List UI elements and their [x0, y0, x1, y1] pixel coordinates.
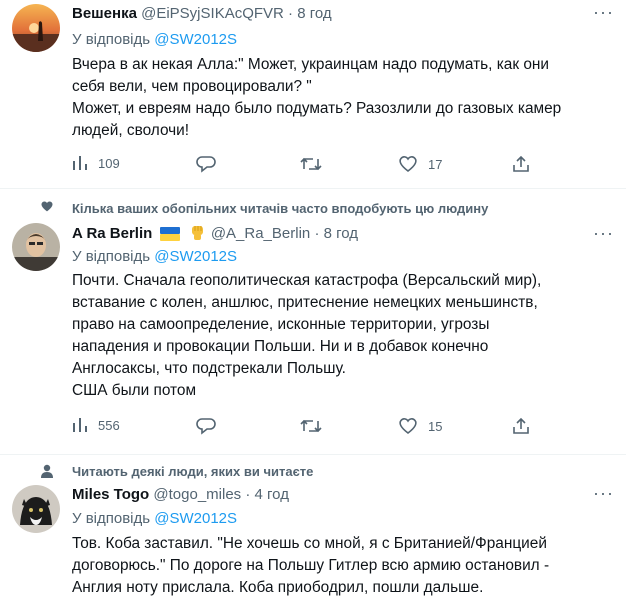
avatar[interactable]: [12, 223, 60, 271]
timestamp[interactable]: 8 год: [297, 5, 331, 22]
tweet-line: Англосаксы, что подстрекали Польшу.: [72, 360, 346, 377]
like-button[interactable]: 17: [398, 155, 442, 173]
more-icon[interactable]: ···: [593, 2, 614, 23]
tweet-line: Может, и евреям надо было подумать? Разо…: [72, 100, 562, 117]
reply-to-link[interactable]: @SW2012S: [154, 510, 237, 527]
analytics-button[interactable]: 109: [72, 155, 120, 171]
share-button[interactable]: [512, 155, 530, 173]
like-count: 17: [428, 156, 443, 172]
more-icon[interactable]: ···: [593, 223, 614, 244]
tweet-text: Тов. Коба заставил. "Не хочешь со мной, …: [72, 533, 549, 599]
tweet-line: вставание с колен, аншлюс, притеснение н…: [72, 294, 538, 311]
like-icon: [399, 156, 417, 173]
avatar[interactable]: [12, 485, 60, 533]
display-name[interactable]: Miles Togo: [72, 486, 149, 503]
social-context[interactable]: Кілька ваших обопільних читачів часто вп…: [72, 201, 488, 216]
tweet-3[interactable]: Читають деякі люди, яких ви читаєте Mile…: [0, 455, 626, 601]
reply-button[interactable]: [196, 417, 216, 435]
ukraine-flag-icon: [160, 227, 181, 247]
social-context[interactable]: Читають деякі люди, яких ви читаєте: [72, 464, 313, 479]
tweet-line: Англия ноту прислала. Коба приободрил, п…: [72, 579, 484, 596]
like-button[interactable]: 15: [398, 417, 442, 435]
analytics-icon: [73, 418, 87, 432]
analytics-count: 556: [98, 417, 120, 433]
tweet-header: Miles Togo @togo_miles · 4 год: [72, 486, 289, 503]
tweet-line: нападения и провокации Польши. Ни и в до…: [72, 338, 489, 355]
retweet-icon: [300, 419, 322, 433]
handle[interactable]: @EiPSyjSIKAcQFVR: [141, 5, 284, 22]
reply-icon: [196, 418, 216, 435]
handle[interactable]: @togo_miles: [153, 486, 241, 503]
reply-to-link[interactable]: @SW2012S: [154, 31, 237, 48]
tweet-1[interactable]: Вешенка @EiPSyjSIKAcQFVR · 8 год ··· У в…: [0, 0, 626, 188]
tweet-line: право на самоопределение, исконные терри…: [72, 316, 490, 333]
analytics-button[interactable]: 556: [72, 417, 120, 433]
reply-context: У відповідь @SW2012S: [72, 248, 237, 265]
reply-prefix: У відповідь: [72, 248, 151, 265]
tweet-line: Почти. Сначала геополитическая катастроф…: [72, 272, 542, 289]
tweet-line: Вчера в ак некая Алла:" Может, украинцам…: [72, 56, 549, 73]
share-button[interactable]: [512, 417, 530, 435]
tweet-line: Тов. Коба заставил. "Не хочешь со мной, …: [72, 535, 547, 552]
action-bar: 556 15: [72, 417, 552, 439]
timestamp[interactable]: 4 год: [255, 486, 289, 503]
tweet-text: Вчера в ак некая Алла:" Может, украинцам…: [72, 54, 561, 142]
reply-button[interactable]: [196, 155, 216, 173]
display-name[interactable]: Вешенка: [72, 5, 137, 22]
reply-prefix: У відповідь: [72, 510, 151, 527]
reply-prefix: У відповідь: [72, 31, 151, 48]
reply-context: У відповідь @SW2012S: [72, 31, 237, 48]
raised-fist-icon: [189, 223, 207, 247]
heart-context-icon: [40, 200, 54, 218]
like-icon: [399, 418, 417, 435]
more-icon[interactable]: ···: [593, 483, 614, 504]
share-icon: [513, 155, 529, 172]
analytics-count: 109: [98, 155, 120, 171]
tweet-header: A Ra Berlin @A_Ra_Berlin · 8 год: [72, 223, 358, 247]
like-count: 15: [428, 418, 443, 434]
reply-to-link[interactable]: @SW2012S: [154, 248, 237, 265]
tweet-line: себя вели, чем провоцировали? ": [72, 78, 312, 95]
timestamp[interactable]: 8 год: [324, 225, 358, 242]
analytics-icon: [73, 156, 87, 170]
tweet-text: Почти. Сначала геополитическая катастроф…: [72, 270, 541, 402]
share-icon: [513, 417, 529, 434]
retweet-icon: [300, 157, 322, 171]
reply-context: У відповідь @SW2012S: [72, 510, 237, 527]
retweet-button[interactable]: [300, 155, 322, 173]
handle[interactable]: @A_Ra_Berlin: [211, 225, 310, 242]
tweet-line: людей, сволочи!: [72, 122, 190, 139]
tweet-header: Вешенка @EiPSyjSIKAcQFVR · 8 год: [72, 5, 332, 22]
tweet-line: США были потом: [72, 382, 197, 399]
tweet-2[interactable]: Кілька ваших обопільних читачів часто вп…: [0, 189, 626, 454]
avatar[interactable]: [12, 4, 60, 52]
person-context-icon: [41, 464, 53, 483]
reply-icon: [196, 156, 216, 173]
retweet-button[interactable]: [300, 417, 322, 435]
action-bar: 109 17: [72, 155, 552, 177]
display-name[interactable]: A Ra Berlin: [72, 225, 152, 242]
tweet-line: договорюсь." По дороге на Польшу Гитлер …: [72, 557, 550, 574]
